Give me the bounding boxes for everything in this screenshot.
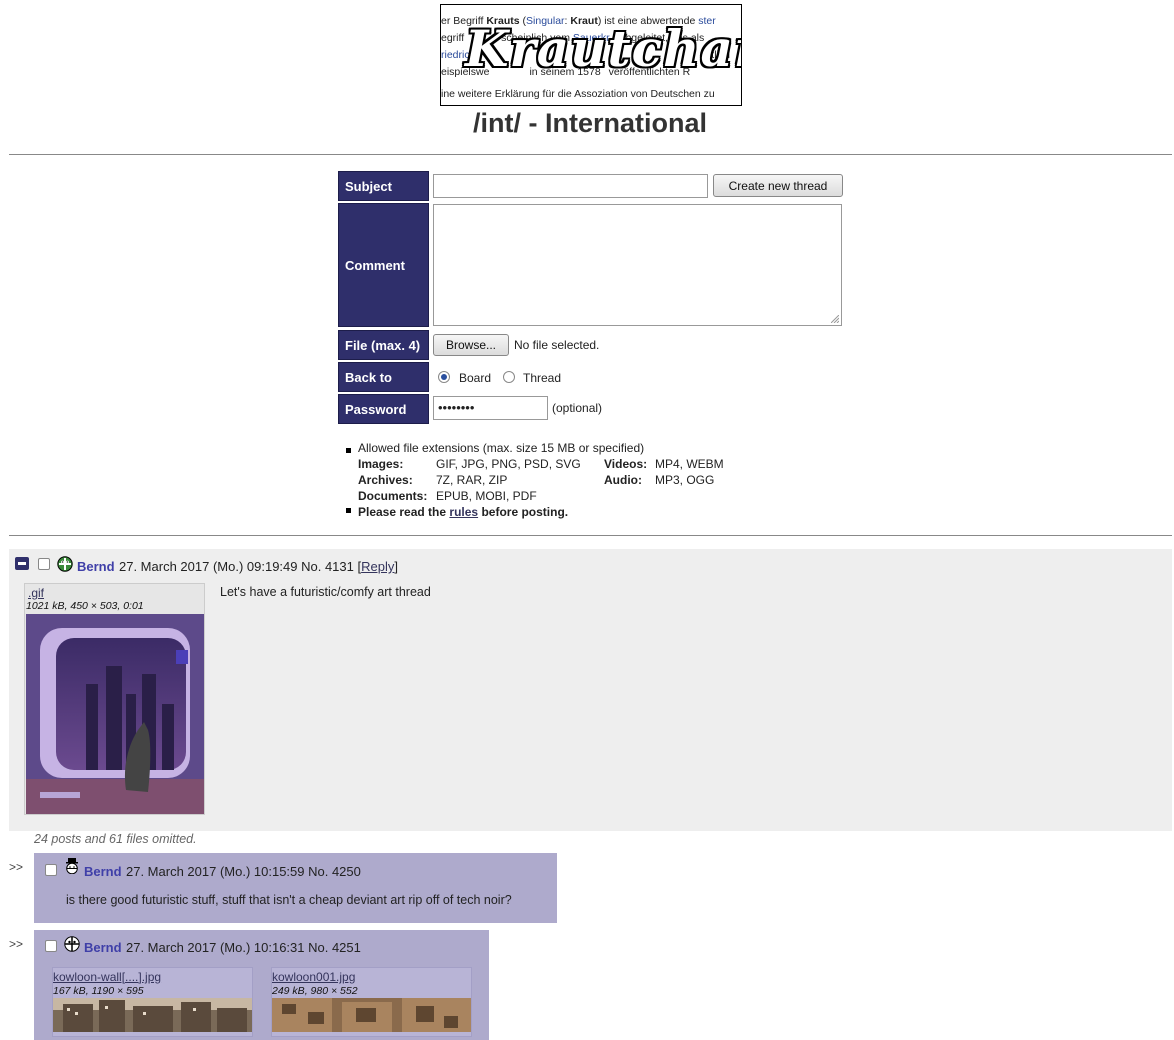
reply-arrows: >>	[9, 937, 24, 951]
images-label: Images:	[358, 457, 404, 471]
op-file-name[interactable]: .gif	[28, 586, 44, 600]
reply-thumbnail-image[interactable]	[53, 998, 252, 1032]
read-rules-post: before posting.	[481, 505, 569, 519]
banner-text: ine weitere Erklärung für die Assoziatio…	[441, 88, 715, 100]
reply-post-meta: 27. March 2017 (Mo.) 10:15:59 No. 4250	[126, 864, 361, 879]
op-file-info: 1021 kB, 450 × 503, 0:01	[26, 600, 144, 612]
reply-file-name[interactable]: kowloon-wall[....].jpg	[53, 970, 161, 984]
videos-label: Videos:	[604, 457, 648, 471]
password-label: Password	[338, 394, 429, 424]
reply-arrows: >>	[9, 860, 24, 874]
rules-link[interactable]: rules	[449, 505, 478, 519]
banner-text: egriff	[441, 32, 468, 44]
bullet	[346, 448, 351, 453]
comment-textarea[interactable]	[433, 204, 842, 326]
reply-post-meta: 27. March 2017 (Mo.) 10:16:31 No. 4251	[126, 940, 361, 955]
audio-value: MP3, OGG	[655, 473, 715, 487]
videos-value: MP4, WEBM	[655, 457, 724, 471]
reply-file-info: 249 kB, 980 × 552	[272, 985, 358, 997]
country-ball-icon	[66, 858, 78, 874]
password-optional-text: (optional)	[552, 401, 603, 415]
radio-board[interactable]	[438, 371, 450, 383]
reply-poster-name: Bernd	[84, 940, 122, 955]
documents-label: Documents:	[358, 489, 428, 503]
divider	[9, 154, 1172, 155]
reply-file-name[interactable]: kowloon001.jpg	[272, 970, 355, 984]
reply-thumbnail-image[interactable]	[272, 998, 471, 1032]
documents-value: EPUB, MOBI, PDF	[436, 489, 537, 503]
board-title: /int/ - International	[473, 108, 707, 138]
reply-bracket: ]	[394, 559, 398, 574]
password-input[interactable]: ••••••••	[433, 396, 548, 420]
reply-poster-name: Bernd	[84, 864, 122, 879]
omitted-notice: 24 posts and 61 files omitted.	[34, 832, 197, 846]
banner-image[interactable]: er Begriff Krauts (Singular: Kraut) ist …	[440, 4, 742, 106]
resize-grip-icon[interactable]	[831, 315, 839, 323]
file-label: File (max. 4)	[338, 330, 429, 360]
op-select-checkbox[interactable]	[38, 558, 50, 570]
subject-input[interactable]	[433, 174, 708, 198]
op-post-text: Let's have a futuristic/comfy art thread	[220, 585, 431, 599]
audio-label: Audio:	[604, 473, 642, 487]
images-value: GIF, JPG, PNG, PSD, SVG	[436, 457, 581, 471]
collapse-thread-icon[interactable]	[15, 557, 29, 570]
divider	[9, 535, 1172, 536]
reply-post-text: is there good futuristic stuff, stuff th…	[66, 893, 512, 907]
radio-board-label[interactable]: Board	[459, 371, 491, 385]
bullet	[346, 508, 351, 513]
archives-value: 7Z, RAR, ZIP	[436, 473, 508, 487]
subject-label: Subject	[338, 171, 429, 201]
op-poster-name: Bernd	[77, 559, 115, 574]
allowed-extensions-text: Allowed file extensions (max. size 15 MB…	[358, 441, 645, 455]
reply-select-checkbox[interactable]	[45, 940, 57, 952]
reply-file-info: 167 kB, 1190 × 595	[53, 985, 144, 997]
country-ball-icon	[57, 556, 73, 572]
create-thread-button[interactable]: Create new thread	[713, 174, 843, 197]
reply-select-checkbox[interactable]	[45, 864, 57, 876]
read-rules-pre: Please read the	[358, 505, 447, 519]
no-file-text: No file selected.	[514, 338, 600, 352]
country-ball-icon	[64, 936, 80, 952]
reply-link[interactable]: Reply	[361, 559, 394, 574]
krautchan-logo: Krautchan	[465, 19, 742, 78]
op-post-meta: 27. March 2017 (Mo.) 09:19:49 No. 4131 […	[119, 559, 398, 574]
banner-line: ine weitere Erklärung für die Assoziatio…	[441, 88, 715, 100]
radio-thread[interactable]	[503, 371, 515, 383]
read-rules-line: Please read the rules before posting.	[358, 504, 568, 520]
back-to-label: Back to	[338, 362, 429, 392]
browse-button[interactable]: Browse...	[433, 334, 509, 356]
archives-label: Archives:	[358, 473, 413, 487]
radio-thread-label[interactable]: Thread	[523, 371, 561, 385]
op-thumbnail-image[interactable]	[26, 614, 204, 814]
comment-label: Comment	[338, 203, 429, 327]
op-post-date: 27. March 2017 (Mo.) 09:19:49 No. 4131 [	[119, 559, 362, 574]
